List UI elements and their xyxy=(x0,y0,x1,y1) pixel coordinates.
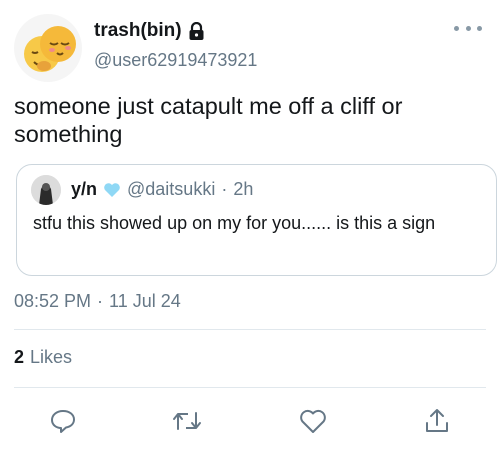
quoted-display-name: y/n xyxy=(71,179,98,199)
likes-stat[interactable]: 2 Likes xyxy=(14,347,72,368)
quoted-avatar xyxy=(31,175,61,205)
quoted-tweet[interactable]: y/n @daitsukki · 2h stfu this showed up … xyxy=(16,164,497,276)
quoted-text: stfu this showed up on my for you...... … xyxy=(33,213,436,233)
retweet-icon[interactable] xyxy=(170,404,204,438)
dot xyxy=(477,25,482,31)
dot xyxy=(454,25,459,31)
divider xyxy=(14,329,486,330)
likes-count: 2 xyxy=(14,347,25,367)
quoted-header: y/n @daitsukki · 2h xyxy=(71,179,253,200)
quoted-separator: · xyxy=(221,179,228,199)
quoted-handle: @daitsukki xyxy=(127,179,216,199)
author-display-name[interactable]: trash(bin) xyxy=(94,20,205,42)
emoji-avatar xyxy=(24,26,76,72)
reply-icon[interactable] xyxy=(46,404,80,438)
like-icon[interactable] xyxy=(296,404,330,438)
more-options-icon[interactable] xyxy=(454,18,482,38)
likes-label: Likes xyxy=(30,347,73,367)
action-bar xyxy=(0,404,500,438)
dot xyxy=(465,25,471,31)
quoted-time: 2h xyxy=(233,179,254,199)
tweet-text: someone just catapult me off a cliff or … xyxy=(14,93,403,147)
share-icon[interactable] xyxy=(420,404,454,438)
author-avatar[interactable] xyxy=(14,14,82,82)
author-name-text: trash(bin) xyxy=(94,20,182,41)
blue-heart-icon xyxy=(103,182,121,198)
divider xyxy=(14,387,486,388)
tweet-date: 11 Jul 24 xyxy=(109,291,181,311)
tweet-timestamp[interactable]: 08:52 PM · 11 Jul 24 xyxy=(14,291,181,312)
lock-icon xyxy=(188,21,205,41)
tweet-time: 08:52 PM xyxy=(14,291,92,311)
timestamp-separator: · xyxy=(97,291,104,311)
author-handle[interactable]: @user62919473921 xyxy=(94,50,257,71)
